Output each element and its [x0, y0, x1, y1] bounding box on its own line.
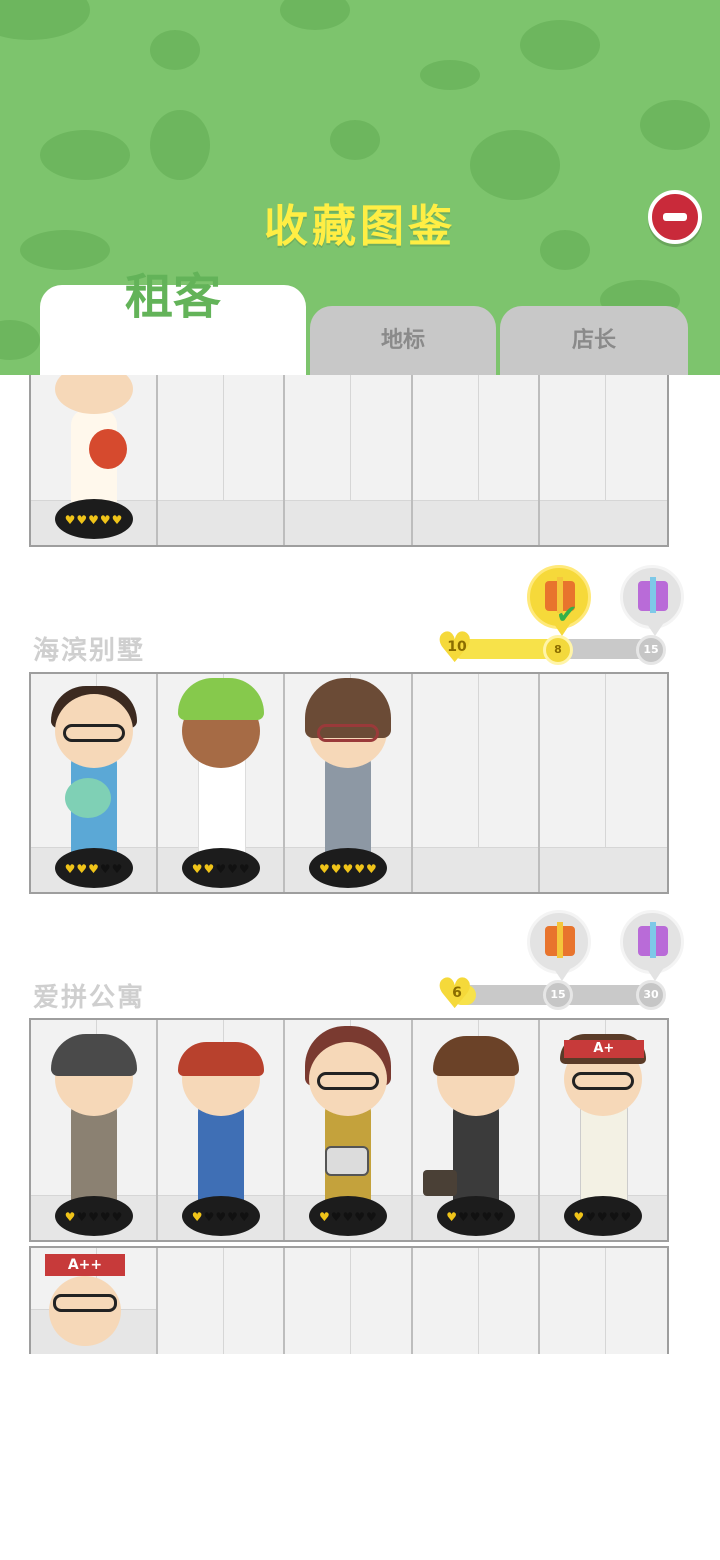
pedestal: ♥♥♥♥♥ — [182, 848, 261, 888]
empty-slot — [539, 674, 667, 892]
heart-rating: ♥♥♥♥♥ — [64, 862, 124, 876]
empty-slot — [285, 1248, 413, 1354]
empty-slot — [412, 375, 540, 545]
collection-slot[interactable]: ♥♥♥♥♥ — [158, 1020, 286, 1240]
tenant-figure: ♥♥♥♥♥ — [295, 678, 405, 888]
tab-label: 店长 — [571, 328, 616, 353]
collection-grid: ♥♥♥♥♥ ♥♥♥♥♥ ♥♥♥♥♥ — [29, 672, 669, 894]
pedestal: ♥♥♥♥♥ — [436, 1196, 515, 1236]
tenant-figure: ♥♥♥♥♥ — [295, 1026, 405, 1236]
tab-label: 租客 — [124, 269, 221, 325]
collection-grid: ♥♥♥♥♥ — [29, 375, 669, 547]
close-button[interactable] — [648, 190, 702, 244]
heart-count-badge: ♥ 6 — [436, 969, 474, 1018]
pedestal: ♥♥♥♥♥ — [309, 1196, 388, 1236]
pedestal: ♥♥♥♥♥ — [182, 1196, 261, 1236]
page-title: 收藏图鉴 — [264, 201, 456, 252]
tenant-figure: A++ — [45, 1254, 125, 1354]
collection-slot[interactable]: ♥♥♥♥♥ — [158, 674, 286, 892]
pedestal: ♥♥♥♥♥ — [55, 848, 133, 888]
briefcase-icon — [422, 1170, 457, 1196]
collection-slot[interactable]: ♥♥♥♥♥ — [31, 375, 159, 545]
collection-slot[interactable]: ♥♥♥♥♥ — [412, 1020, 540, 1240]
collection-slot[interactable]: ♥♥♥♥♥ — [285, 674, 413, 892]
empty-slot — [539, 1248, 667, 1354]
collection-slot[interactable]: ♥♥♥♥♥ — [31, 1020, 159, 1240]
heart-rating: ♥♥♥♥♥ — [319, 862, 378, 876]
empty-slot — [158, 1248, 286, 1354]
reward-button[interactable]: ✔ — [527, 565, 591, 636]
milestone-node: 8 — [543, 635, 573, 665]
pedestal: ♥♥♥♥♥ — [563, 1196, 642, 1236]
heart-rating: ♥♥♥♥♥ — [191, 1210, 251, 1224]
collection-grid: ♥♥♥♥♥ ♥♥♥♥♥ ♥♥♥♥♥ — [29, 1018, 669, 1242]
collection-slot[interactable]: ♥♥♥♥♥ — [31, 674, 159, 892]
baby-icon — [65, 778, 111, 818]
header-banner: 收藏图鉴 租客 地标 店长 — [0, 0, 720, 375]
pedestal: ♥♥♥♥♥ — [309, 848, 388, 888]
pedestal: ♥♥♥♥♥ — [55, 499, 133, 539]
milestone-node: 15 — [636, 635, 666, 665]
tenant-figure: ♥♥♥♥♥ — [422, 1026, 533, 1236]
noodle-bowl-icon — [89, 429, 127, 469]
empty-slot — [412, 674, 540, 892]
heart-rating: ♥♥♥♥♥ — [64, 513, 124, 527]
tenant-figure: ♥♥♥♥♥ — [41, 1026, 151, 1236]
heart-count-badge: ♥ 10 — [436, 623, 474, 672]
heart-rating: ♥♥♥♥♥ — [573, 1210, 633, 1224]
empty-slot — [158, 375, 286, 545]
tab-tenants[interactable]: 租客 — [40, 273, 306, 375]
tenant-figure: ♥♥♥♥♥ — [41, 375, 151, 539]
heart-rating: ♥♥♥♥♥ — [64, 1210, 124, 1224]
collection-slot[interactable]: A++ — [31, 1248, 159, 1354]
milestone-node: 30 — [636, 980, 666, 1010]
minus-circle-icon — [663, 213, 687, 221]
heart-rating: ♥♥♥♥♥ — [319, 1210, 378, 1224]
collection-slot[interactable]: A+ ♥♥♥♥♥ — [539, 1020, 667, 1240]
reward-button[interactable] — [620, 565, 684, 636]
tab-landmarks[interactable]: 地标 — [310, 306, 496, 375]
section-title: 爱拼公寓 — [33, 983, 146, 1013]
tenant-figure: A+ ♥♥♥♥♥ — [550, 1026, 660, 1236]
headband-label: A++ — [45, 1254, 125, 1276]
tenant-figure: ♥♥♥♥♥ — [168, 678, 278, 888]
section-title: 海滨别墅 — [33, 636, 146, 666]
tab-label: 地标 — [380, 328, 425, 353]
empty-slot — [412, 1248, 540, 1354]
reward-button[interactable] — [620, 910, 684, 981]
tenant-figure: ♥♥♥♥♥ — [41, 678, 151, 888]
camera-icon — [325, 1146, 370, 1176]
reward-button[interactable] — [527, 910, 591, 981]
tenant-figure: ♥♥♥♥♥ — [168, 1026, 278, 1236]
collection-grid: A++ — [29, 1246, 669, 1354]
tab-managers[interactable]: 店长 — [500, 306, 688, 375]
empty-slot — [285, 375, 413, 545]
milestone-node: 15 — [543, 980, 573, 1010]
collection-slot[interactable]: ♥♥♥♥♥ — [285, 1020, 413, 1240]
empty-slot — [539, 375, 667, 545]
headband-label: A+ — [563, 1040, 644, 1058]
pedestal: ♥♥♥♥♥ — [55, 1196, 133, 1236]
heart-rating: ♥♥♥♥♥ — [446, 1210, 505, 1224]
heart-rating: ♥♥♥♥♥ — [191, 862, 251, 876]
